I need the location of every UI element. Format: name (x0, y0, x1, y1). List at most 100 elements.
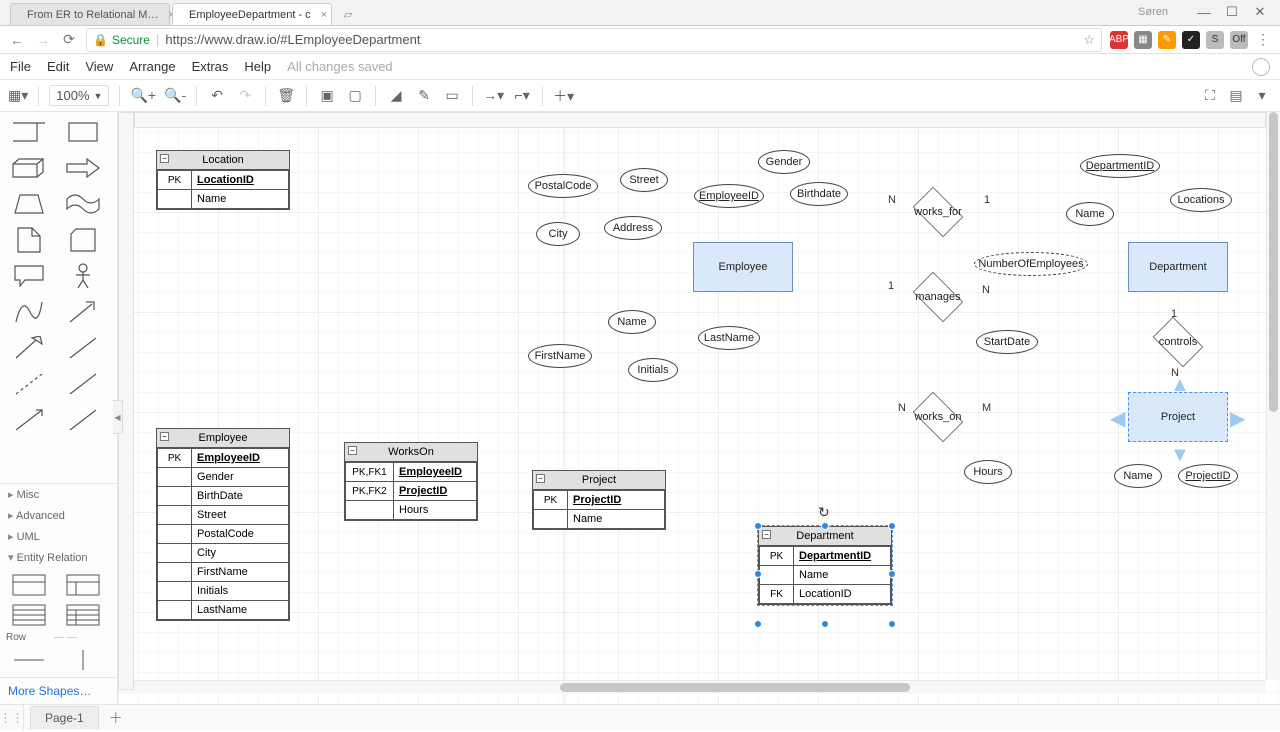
delete-button[interactable]: 🗑 (276, 86, 296, 106)
attr-postalcode[interactable]: PostalCode (528, 174, 598, 198)
entity-project[interactable]: Project (1128, 392, 1228, 442)
attr-locations[interactable]: Locations (1170, 188, 1232, 212)
table-location[interactable]: −Location PKLocationIDName (156, 150, 290, 210)
page-tab[interactable]: Page-1 (30, 706, 99, 729)
shape-line[interactable] (58, 332, 108, 364)
menu-view[interactable]: View (85, 59, 113, 74)
table-employee[interactable]: −Employee PKEmployeeIDGenderBirthDateStr… (156, 428, 290, 621)
table-row[interactable]: LastName (158, 601, 289, 620)
attr-initials[interactable]: Initials (628, 358, 678, 382)
tofront-button[interactable]: ▣ (317, 86, 337, 106)
entity-department[interactable]: Department (1128, 242, 1228, 292)
attr-departmentid[interactable]: DepartmentID (1080, 154, 1160, 178)
table-row[interactable]: BirthDate (158, 487, 289, 506)
table-row[interactable]: FirstName (158, 563, 289, 582)
shape-rect-open[interactable] (4, 116, 54, 148)
shape-arrow3[interactable] (4, 332, 54, 364)
sel-handle[interactable] (888, 522, 896, 530)
table-row[interactable]: PKProjectID (534, 491, 665, 510)
attr-street[interactable]: Street (620, 168, 668, 192)
shape-curve[interactable] (4, 296, 54, 328)
collapse-button[interactable]: ▾ (1252, 86, 1272, 106)
table-row[interactable]: Initials (158, 582, 289, 601)
shape-line3[interactable] (58, 404, 108, 436)
zoom-select[interactable]: 100% ▼ (49, 85, 109, 106)
er-row-divider[interactable]: — — (54, 632, 77, 643)
shape-card[interactable] (58, 224, 108, 256)
attr-city[interactable]: City (536, 222, 580, 246)
menu-file[interactable]: File (10, 59, 31, 74)
new-tab-button[interactable]: ▱ (334, 3, 362, 25)
shape-rect[interactable] (58, 116, 108, 148)
globe-icon[interactable] (1252, 58, 1270, 76)
zoom-in-button[interactable]: 🔍+ (130, 86, 156, 106)
more-shapes-button[interactable]: More Shapes… (0, 677, 117, 704)
rel-works-on[interactable]: works_on (908, 397, 968, 437)
shape-actor[interactable] (58, 260, 108, 292)
sidebar-collapse-handle[interactable]: ◀ (113, 400, 123, 434)
sel-handle[interactable] (888, 620, 896, 628)
sel-handle[interactable] (754, 522, 762, 530)
sel-handle[interactable] (754, 570, 762, 578)
er-shape-table2[interactable] (58, 572, 108, 598)
back-button[interactable]: ← (8, 32, 26, 48)
er-shape-list2[interactable] (58, 602, 108, 628)
horizontal-scrollbar[interactable] (120, 680, 1266, 694)
menu-help[interactable]: Help (244, 59, 271, 74)
adblock-icon[interactable]: ABP (1110, 31, 1128, 49)
table-row[interactable]: Gender (158, 468, 289, 487)
attr-hours[interactable]: Hours (964, 460, 1012, 484)
shape-trapez[interactable] (4, 188, 54, 220)
menu-icon[interactable]: ⋮ (1254, 31, 1272, 48)
toback-button[interactable]: ▢ (345, 86, 365, 106)
table-department[interactable]: −Department PKDepartmentIDNameFKLocation… (758, 526, 892, 605)
attr-employeeid[interactable]: EmployeeID (694, 184, 764, 208)
undo-button[interactable]: ↶ (207, 86, 227, 106)
table-row[interactable]: PKDepartmentID (760, 547, 891, 566)
ext-icon[interactable]: ✓ (1182, 31, 1200, 49)
star-icon[interactable]: ☆ (1083, 32, 1095, 48)
rel-works-for[interactable]: works_for (908, 192, 968, 232)
table-row[interactable]: PK,FK1EmployeeID (346, 463, 477, 482)
forward-button[interactable]: → (34, 32, 52, 48)
shape-line2[interactable] (58, 368, 108, 400)
er-shape-table[interactable] (4, 572, 54, 598)
attr-name-dept[interactable]: Name (1066, 202, 1114, 226)
ext-icon[interactable]: ✎ (1158, 31, 1176, 49)
attr-num-employees[interactable]: NumberOfEmployees (974, 252, 1088, 276)
table-row[interactable]: Street (158, 506, 289, 525)
attr-name-emp[interactable]: Name (608, 310, 656, 334)
table-row[interactable]: Hours (346, 501, 477, 520)
ext-icon[interactable]: Off (1230, 31, 1248, 49)
attr-address[interactable]: Address (604, 216, 662, 240)
selection-arrow-down[interactable]: ▼ (1170, 444, 1190, 467)
sidebar-section-uml[interactable]: UML (0, 526, 117, 547)
menu-extras[interactable]: Extras (192, 59, 229, 74)
close-button[interactable]: ✕ (1248, 4, 1272, 20)
shape-vr[interactable] (58, 647, 108, 673)
shape-arrow2[interactable] (58, 296, 108, 328)
table-row[interactable]: City (158, 544, 289, 563)
table-row[interactable]: Name (158, 190, 289, 209)
shape-hr[interactable] (4, 647, 54, 673)
redo-button[interactable]: ↷ (235, 86, 255, 106)
line-button[interactable]: ✎ (414, 86, 434, 106)
sel-handle[interactable] (754, 620, 762, 628)
er-row-label[interactable]: Row (6, 632, 26, 643)
sidebar-section-advanced[interactable]: Advanced (0, 505, 117, 526)
collapse-icon[interactable]: − (536, 474, 545, 483)
shape-page[interactable] (4, 224, 54, 256)
collapse-icon[interactable]: − (160, 432, 169, 441)
format-panel-button[interactable]: ▤ (1226, 86, 1246, 106)
attr-projectid[interactable]: ProjectID (1178, 464, 1238, 488)
scrollbar-thumb[interactable] (560, 683, 910, 692)
rotate-handle[interactable]: ↻ (818, 504, 830, 521)
table-row[interactable]: PKLocationID (158, 171, 289, 190)
shape-wave[interactable] (58, 188, 108, 220)
close-icon[interactable]: × (321, 9, 327, 21)
vertical-scrollbar[interactable] (1266, 112, 1280, 680)
collapse-icon[interactable]: − (160, 154, 169, 163)
selection-arrow-left[interactable]: ◀ (1110, 406, 1125, 431)
attr-firstname[interactable]: FirstName (528, 344, 592, 368)
connection-button[interactable]: →▾ (483, 86, 504, 106)
